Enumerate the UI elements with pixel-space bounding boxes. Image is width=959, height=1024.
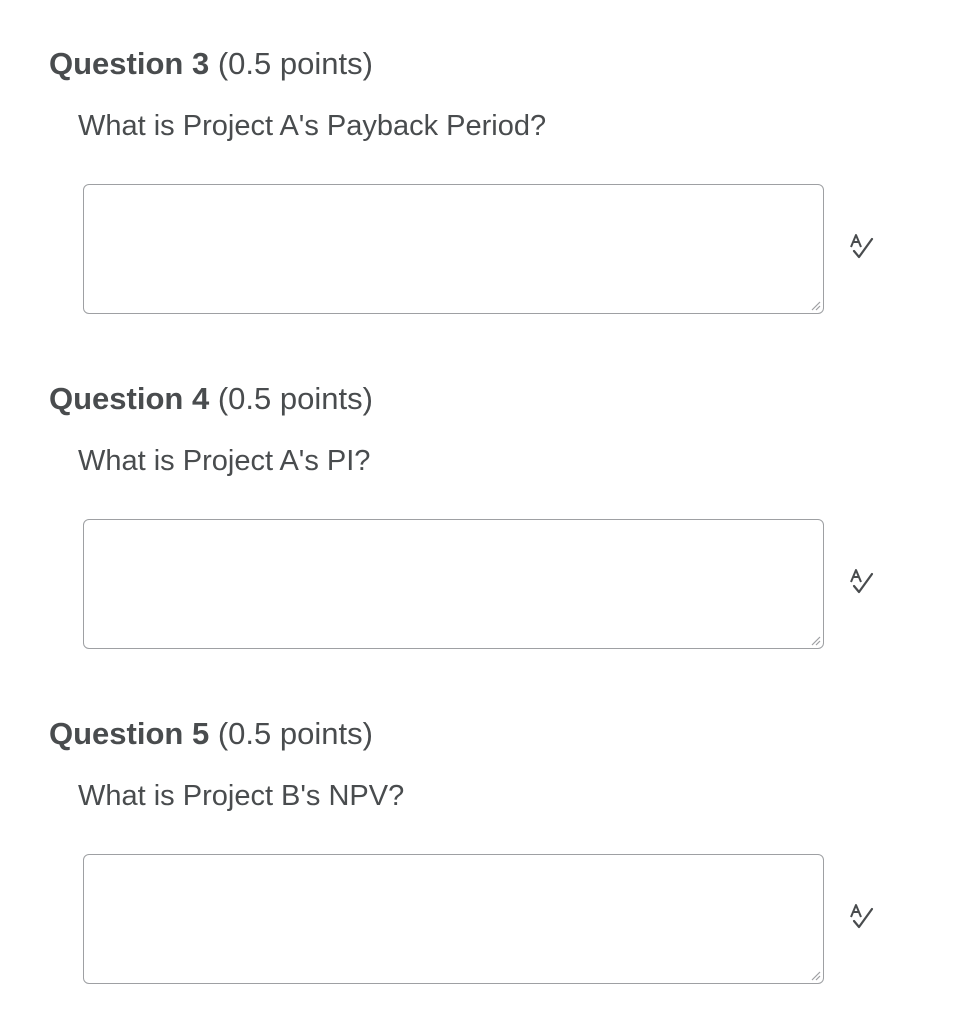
question-title: Question 4 <box>49 381 210 416</box>
question-points: (0.5 points) <box>217 46 373 81</box>
question-points: (0.5 points) <box>217 716 373 751</box>
resize-grip-icon[interactable] <box>809 299 821 311</box>
question-header: Question 5 (0.5 points) <box>49 712 373 756</box>
question-points: (0.5 points) <box>217 381 373 416</box>
question-prompt: What is Project A's Payback Period? <box>78 110 547 142</box>
question-header: Question 4 (0.5 points) <box>49 377 373 421</box>
spellcheck-icon[interactable] <box>845 900 879 934</box>
resize-grip-icon[interactable] <box>809 969 821 981</box>
question-prompt: What is Project B's NPV? <box>78 780 405 812</box>
question-title: Question 5 <box>49 716 210 751</box>
question-prompt: What is Project A's PI? <box>78 445 371 477</box>
resize-grip-icon[interactable] <box>809 634 821 646</box>
question-title: Question 3 <box>49 46 210 81</box>
answer-textarea[interactable] <box>83 519 824 649</box>
answer-textarea[interactable] <box>83 184 824 314</box>
spellcheck-icon[interactable] <box>845 230 879 264</box>
spellcheck-icon[interactable] <box>845 565 879 599</box>
answer-textarea[interactable] <box>83 854 824 984</box>
question-header: Question 3 (0.5 points) <box>49 42 373 86</box>
